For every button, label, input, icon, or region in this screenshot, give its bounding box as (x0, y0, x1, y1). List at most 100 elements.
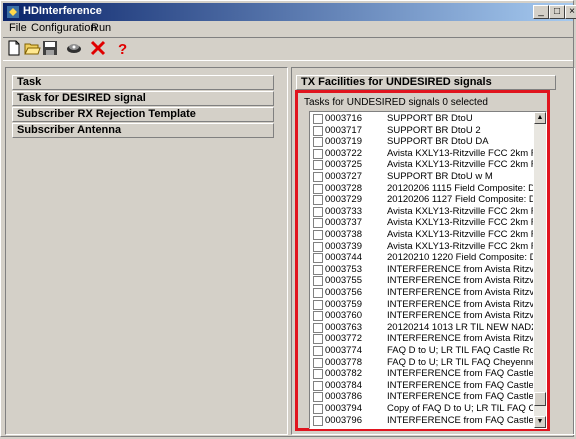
list-item[interactable]: 0003738 Avista KXLY13-Ritzville FCC 2km R… (310, 229, 534, 241)
task-name: INTERFERENCE from Avista Ritzville Of (387, 287, 533, 298)
task-id: 0003794 (325, 403, 362, 414)
list-item[interactable]: 0003763 20120214 1013 LR TIL NEW NAD27 Ch (310, 322, 534, 334)
arrow-down-icon: ▼ (536, 418, 544, 425)
section-subscriber-antenna[interactable]: Subscriber Antenna (12, 123, 274, 138)
row-checkbox[interactable] (313, 253, 323, 264)
row-checkbox[interactable] (313, 404, 323, 414)
list-item[interactable]: 0003744 20120210 1220 Field Composite: D/… (310, 252, 534, 264)
save-icon (43, 41, 57, 55)
row-checkbox[interactable] (313, 218, 323, 229)
scroll-up-button[interactable]: ▲ (534, 112, 546, 124)
list-item[interactable]: 0003794 Copy of FAQ D to U; LR TIL FAQ Ch… (310, 403, 534, 415)
list-item[interactable]: 0003786 INTERFERENCE from FAQ Castle Rock (310, 391, 534, 403)
task-name: INTERFERENCE from FAQ Castle Rock (387, 391, 533, 403)
list-item[interactable]: 0003753 INTERFERENCE from Avista Ritzvill… (310, 264, 534, 276)
row-checkbox[interactable] (313, 241, 323, 252)
menu-run[interactable]: Run (91, 22, 111, 34)
row-checkbox[interactable] (313, 299, 323, 310)
list-item[interactable]: 0003739 Avista KXLY13-Ritzville FCC 2km R… (310, 241, 534, 253)
task-name: 20120206 1127 Field Composite: D/U Ra (387, 194, 533, 206)
list-item[interactable]: 0003737 Avista KXLY13-Ritzville FCC 2km R… (310, 217, 534, 229)
scroll-down-button[interactable]: ▼ (534, 416, 546, 428)
list-item[interactable]: 0003778 FAQ D to U; LR TIL FAQ Cheyenne M… (310, 357, 534, 369)
list-item[interactable]: 0003722 Avista KXLY13-Ritzville FCC 2km R… (310, 148, 534, 160)
row-checkbox[interactable] (313, 172, 323, 182)
task-name: INTERFERENCE from FAQ Castle Rock (387, 368, 533, 380)
row-checkbox[interactable] (313, 230, 323, 240)
task-name: INTERFERENCE from Avista Ritzville Of (387, 275, 533, 287)
run-button[interactable] (65, 39, 83, 57)
task-name: FAQ D to U; LR TIL FAQ Castle Rock Ch (387, 345, 533, 356)
row-checkbox[interactable] (313, 357, 323, 368)
delete-button[interactable] (89, 39, 107, 57)
list-item[interactable]: 0003729 20120206 1127 Field Composite: D/… (310, 194, 534, 206)
list-item[interactable]: 0003759 INTERFERENCE from Avista Ritzvill… (310, 299, 534, 311)
row-checkbox[interactable] (313, 334, 323, 345)
row-checkbox[interactable] (313, 346, 323, 356)
section-desired-signal[interactable]: Task for DESIRED signal (12, 91, 274, 106)
row-checkbox[interactable] (313, 114, 323, 124)
close-button[interactable]: × (565, 5, 576, 19)
window-title: HDInterference (23, 5, 102, 17)
vertical-scrollbar[interactable]: ▲ ▼ (534, 112, 546, 428)
row-checkbox[interactable] (313, 206, 323, 217)
undesired-task-list[interactable]: 0003716 SUPPORT BR DtoU 0003717 SUPPORT BR … (309, 111, 547, 429)
list-item[interactable]: 0003727 SUPPORT BR DtoU w M (310, 171, 534, 183)
list-item[interactable]: 0003728 20120206 1115 Field Composite: D/… (310, 183, 534, 195)
new-button[interactable] (5, 39, 23, 57)
row-checkbox[interactable] (313, 125, 323, 136)
menu-file[interactable]: File (9, 22, 27, 34)
toolbar: ? (3, 37, 573, 61)
section-rx-rejection[interactable]: Subscriber RX Rejection Template (12, 107, 274, 122)
task-name: INTERFERENCE from Avista Ritzville Of (387, 298, 533, 310)
row-checkbox[interactable] (313, 183, 323, 194)
row-checkbox[interactable] (313, 276, 323, 287)
minimize-button[interactable]: _ (533, 5, 549, 19)
row-checkbox[interactable] (313, 311, 323, 322)
row-checkbox[interactable] (313, 160, 323, 171)
task-name: SUPPORT BR DtoU (387, 113, 473, 124)
list-item[interactable]: 0003717 SUPPORT BR DtoU 2 (310, 125, 534, 137)
row-checkbox[interactable] (313, 264, 323, 275)
list-item[interactable]: 0003725 Avista KXLY13-Ritzville FCC 2km R… (310, 159, 534, 171)
undesired-header[interactable]: TX Facilities for UNDESIRED signals (296, 75, 556, 90)
list-item[interactable]: 0003774 FAQ D to U; LR TIL FAQ Castle Roc… (310, 345, 534, 357)
list-item[interactable]: 0003755 INTERFERENCE from Avista Ritzvill… (310, 275, 534, 287)
help-button[interactable]: ? (113, 39, 131, 57)
save-button[interactable] (41, 39, 59, 57)
scroll-thumb[interactable] (534, 392, 546, 406)
right-panel: TX Facilities for UNDESIRED signals Task… (291, 67, 575, 435)
task-id: 0003739 (325, 240, 362, 252)
list-item[interactable]: 0003756 INTERFERENCE from Avista Ritzvill… (310, 287, 534, 299)
list-item[interactable]: 0003719 SUPPORT BR DtoU DA (310, 136, 534, 148)
list-item[interactable]: 0003782 INTERFERENCE from FAQ Castle Rock (310, 368, 534, 380)
row-checkbox[interactable] (313, 380, 323, 391)
list-item[interactable]: 0003772 INTERFERENCE from Avista Ritzvill… (310, 333, 534, 345)
row-checkbox[interactable] (313, 415, 323, 426)
row-checkbox[interactable] (313, 322, 323, 333)
close-icon: × (569, 6, 575, 17)
row-checkbox[interactable] (313, 288, 323, 298)
menu-configuration[interactable]: Configuration (31, 22, 96, 34)
title-bar[interactable]: HDInterference _ □ × (3, 3, 576, 21)
list-item[interactable]: 0003796 INTERFERENCE from FAQ Castle Rock (310, 415, 534, 427)
task-id: 0003784 (325, 379, 362, 391)
list-item[interactable]: 0003733 Avista KXLY13-Ritzville FCC 2km R… (310, 206, 534, 218)
svg-text:?: ? (118, 41, 127, 57)
list-item[interactable]: 0003760 INTERFERENCE from Avista Ritzvill… (310, 310, 534, 322)
task-id: 0003738 (325, 229, 362, 240)
menu-bar: File Configuration Run (3, 21, 573, 37)
list-item[interactable]: 0003784 INTERFERENCE from FAQ Castle Rock (310, 380, 534, 392)
maximize-button[interactable]: □ (549, 5, 565, 19)
row-checkbox[interactable] (313, 369, 323, 380)
row-checkbox[interactable] (313, 195, 323, 206)
section-task[interactable]: Task (12, 75, 274, 90)
open-button[interactable] (23, 39, 41, 57)
row-checkbox[interactable] (313, 392, 323, 403)
row-checkbox[interactable] (313, 137, 323, 148)
task-name: SUPPORT BR DtoU w M (387, 171, 493, 182)
task-id: 0003756 (325, 287, 362, 298)
list-item[interactable]: 0003716 SUPPORT BR DtoU (310, 113, 534, 125)
task-id: 0003778 (325, 356, 362, 368)
row-checkbox[interactable] (313, 148, 323, 159)
